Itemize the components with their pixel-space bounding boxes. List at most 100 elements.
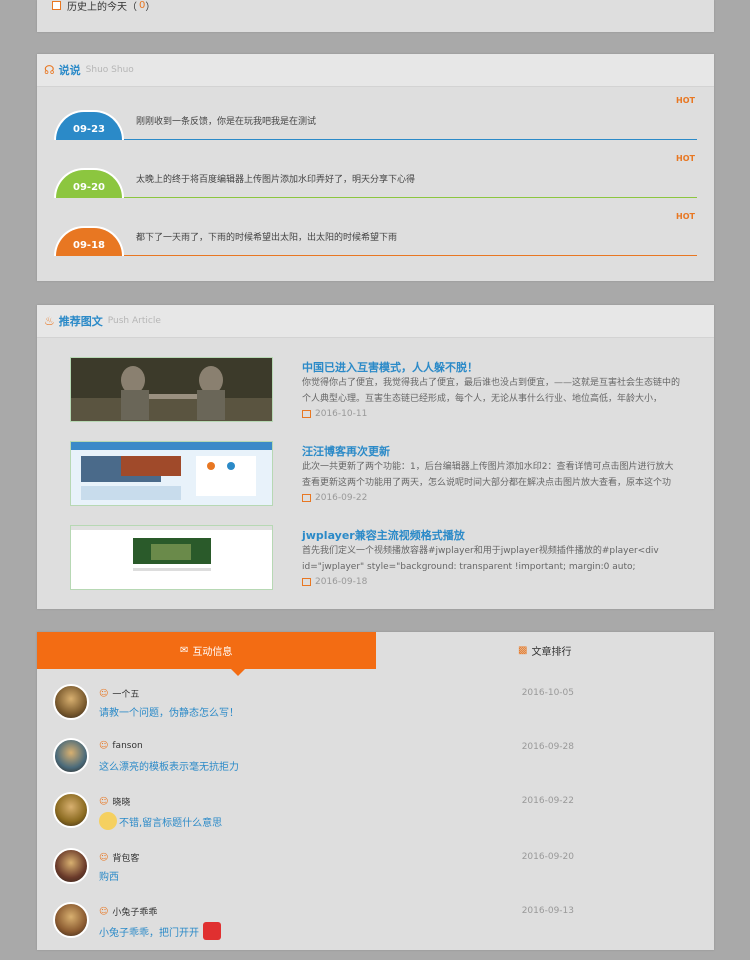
user-icon: ☺: [99, 741, 109, 751]
article-item[interactable]: 汪汪博客再次更新此次一共更新了两个功能：1，后台编辑器上传图片添加水印2：查看详…: [70, 441, 684, 513]
article-thumbnail[interactable]: [70, 441, 273, 506]
calendar-icon: [302, 410, 311, 418]
shuoshuo-subtitle: Shuo Shuo: [85, 65, 134, 75]
user-icon: ☺: [99, 852, 109, 863]
article-date-text: 2016-09-18: [315, 577, 368, 587]
shuoshuo-item[interactable]: HOT 太晚上的终于将百度编辑器上传图片添加水印弄好了，明天分享下心得 09-20: [54, 150, 697, 208]
comment-message-text: 购西: [99, 872, 119, 883]
tab-article-rank-label: 文章排行: [531, 647, 572, 658]
shuoshuo-date: 09-20: [54, 168, 124, 198]
comment-item[interactable]: ☺ 晓晓不错,留言标题什么意思 2016-09-22: [53, 792, 694, 842]
article-thumbnail[interactable]: [70, 525, 273, 590]
shuoshuo-date: 09-18: [54, 226, 124, 256]
comment-item[interactable]: ☺ 小兔子乖乖小兔子乖乖，把门开开 2016-09-13: [53, 902, 694, 952]
tab-interaction[interactable]: ✉ 互动信息: [37, 632, 376, 669]
headphones-icon: ☊: [44, 63, 55, 77]
comment-message[interactable]: 这么漂亮的模板表示毫无抗拒力: [99, 758, 239, 773]
shuoshuo-title: 说说: [58, 64, 81, 77]
history-today[interactable]: 历史上的今天 （0）: [52, 0, 155, 13]
history-label: 历史上的今天: [67, 1, 127, 13]
tab-article-rank[interactable]: ▩ 文章排行: [376, 632, 715, 669]
article-title[interactable]: 汪汪博客再次更新: [302, 443, 390, 459]
push-article-header: ♨ 推荐图文 Push Article: [37, 305, 714, 338]
shuoshuo-date: 09-23: [54, 110, 124, 140]
article-thumbnail-image: [71, 358, 272, 421]
user-icon: ☺: [99, 688, 109, 699]
comment-message[interactable]: 小兔子乖乖，把门开开: [99, 922, 223, 940]
comment-author[interactable]: ☺ fanson: [99, 741, 143, 751]
comment-message-text: 请教一个问题，伪静态怎么写！: [99, 708, 239, 719]
comment-author-name: 一个五: [112, 690, 140, 700]
comment-message-text: 这么漂亮的模板表示毫无抗拒力: [99, 762, 239, 773]
user-icon: ☺: [99, 796, 109, 807]
article-item[interactable]: 中国已进入互害模式，人人躲不脱！ 你觉得你占了便宜，我觉得我占了便宜，最后谁也没占…: [70, 357, 684, 429]
calendar-icon: [52, 0, 61, 10]
shuoshuo-text: 刚刚收到一条反馈，你是在玩我吧我是在测试: [136, 117, 317, 127]
avatar[interactable]: [53, 848, 89, 884]
comment-message-text: 小兔子乖乖，把门开开: [99, 927, 199, 939]
tab-arrow: [231, 669, 245, 676]
hot-badge: HOT: [676, 154, 695, 163]
chat-icon: ✉: [180, 645, 189, 656]
interaction-panel: ✉ 互动信息 ▩ 文章排行 ☺ 一个五 请教一个问题，伪静态怎么写！ 2016-10-…: [37, 632, 714, 950]
comment-message[interactable]: 请教一个问题，伪静态怎么写！: [99, 704, 239, 719]
comment-time: 2016-09-28: [521, 742, 574, 752]
shuoshuo-item[interactable]: HOT 都下了一天雨了，下雨的时候希望出太阳，出太阳的时候希望下雨 09-18: [54, 208, 697, 266]
article-date: 2016-09-18: [302, 577, 367, 587]
comment-author-name: 晓晓: [112, 798, 131, 808]
shuoshuo-divider: [54, 197, 697, 198]
shuoshuo-panel: ☊ 说说 Shuo Shuo HOT 刚刚收到一条反馈，你是在玩我吧我是在测试 09…: [37, 54, 714, 281]
push-article-subtitle: Push Article: [107, 316, 161, 326]
comment-time: 2016-09-20: [521, 852, 574, 862]
comment-item[interactable]: ☺ 背包客购西 2016-09-20: [53, 848, 694, 898]
article-summary: 此次一共更新了两个功能：1，后台编辑器上传图片添加水印2：查看详情可点击图片进行…: [302, 462, 674, 488]
shuoshuo-divider: [54, 139, 697, 140]
article-thumbnail-image: [71, 526, 272, 589]
article-title[interactable]: jwplayer兼容主流视频格式播放: [302, 527, 465, 543]
shuoshuo-item[interactable]: HOT 刚刚收到一条反馈，你是在玩我吧我是在测试 09-23: [54, 92, 697, 150]
comment-author-name: fanson: [112, 741, 143, 751]
comment-time: 2016-09-13: [521, 906, 574, 916]
article-title[interactable]: 中国已进入互害模式，人人躲不脱！: [302, 359, 478, 375]
push-article-title: 推荐图文: [58, 315, 103, 328]
article-thumbnail-image: [71, 442, 272, 505]
article-date-text: 2016-09-22: [315, 493, 368, 503]
comment-message[interactable]: 购西: [99, 868, 119, 883]
comment-author-name: 背包客: [112, 854, 140, 864]
avatar[interactable]: [53, 684, 89, 720]
shuoshuo-divider: [54, 255, 697, 256]
smiley-emoji-icon: [99, 812, 117, 830]
history-panel: 历史上的今天 （0）: [37, 0, 714, 32]
user-icon: ☺: [99, 906, 109, 917]
comment-author[interactable]: ☺ 小兔子乖乖: [99, 905, 158, 919]
article-date: 2016-10-11: [302, 409, 367, 419]
comment-item[interactable]: ☺ fanson 这么漂亮的模板表示毫无抗拒力 2016-09-28: [53, 738, 694, 788]
article-summary: 首先我们定义一个视频播放容器#jwplayer和用于jwplayer视频插件播放…: [302, 546, 659, 572]
article-date: 2016-09-22: [302, 493, 367, 503]
comment-author[interactable]: ☺ 一个五: [99, 687, 140, 701]
article-date-text: 2016-10-11: [315, 409, 368, 419]
comment-author-name: 小兔子乖乖: [112, 908, 158, 918]
shuoshuo-text: 太晚上的终于将百度编辑器上传图片添加水印弄好了，明天分享下心得: [136, 175, 416, 185]
article-item[interactable]: jwplayer兼容主流视频格式播放首先我们定义一个视频播放容器#jwplaye…: [70, 525, 684, 597]
tab-interaction-label: 互动信息: [192, 647, 233, 658]
comment-time: 2016-09-22: [521, 796, 574, 806]
cat-emoji-icon: [203, 922, 221, 940]
tab-bar: ✉ 互动信息 ▩ 文章排行: [37, 632, 715, 676]
comment-author[interactable]: ☺ 背包客: [99, 851, 140, 865]
avatar[interactable]: [53, 792, 89, 828]
calendar-icon: [302, 578, 311, 586]
comment-author[interactable]: ☺ 晓晓: [99, 795, 131, 809]
shuoshuo-text: 都下了一天雨了，下雨的时候希望出太阳，出太阳的时候希望下雨: [136, 233, 398, 243]
calendar-icon: [302, 494, 311, 502]
comment-item[interactable]: ☺ 一个五请教一个问题，伪静态怎么写！ 2016-10-05: [53, 684, 694, 734]
avatar[interactable]: [53, 738, 89, 774]
flame-icon: ♨: [44, 314, 55, 328]
article-thumbnail[interactable]: [70, 357, 273, 422]
push-article-panel: ♨ 推荐图文 Push Article 中国已进入互害模式，人人躲不脱！ 你觉得你…: [37, 305, 714, 609]
bar-chart-icon: ▩: [518, 645, 528, 656]
avatar[interactable]: [53, 902, 89, 938]
comment-time: 2016-10-05: [521, 688, 574, 698]
comment-message[interactable]: 不错,留言标题什么意思: [99, 812, 222, 830]
article-summary: 你觉得你占了便宜，我觉得我占了便宜，最后谁也没占到便宜，——这就是互害社会生态链…: [302, 378, 681, 404]
